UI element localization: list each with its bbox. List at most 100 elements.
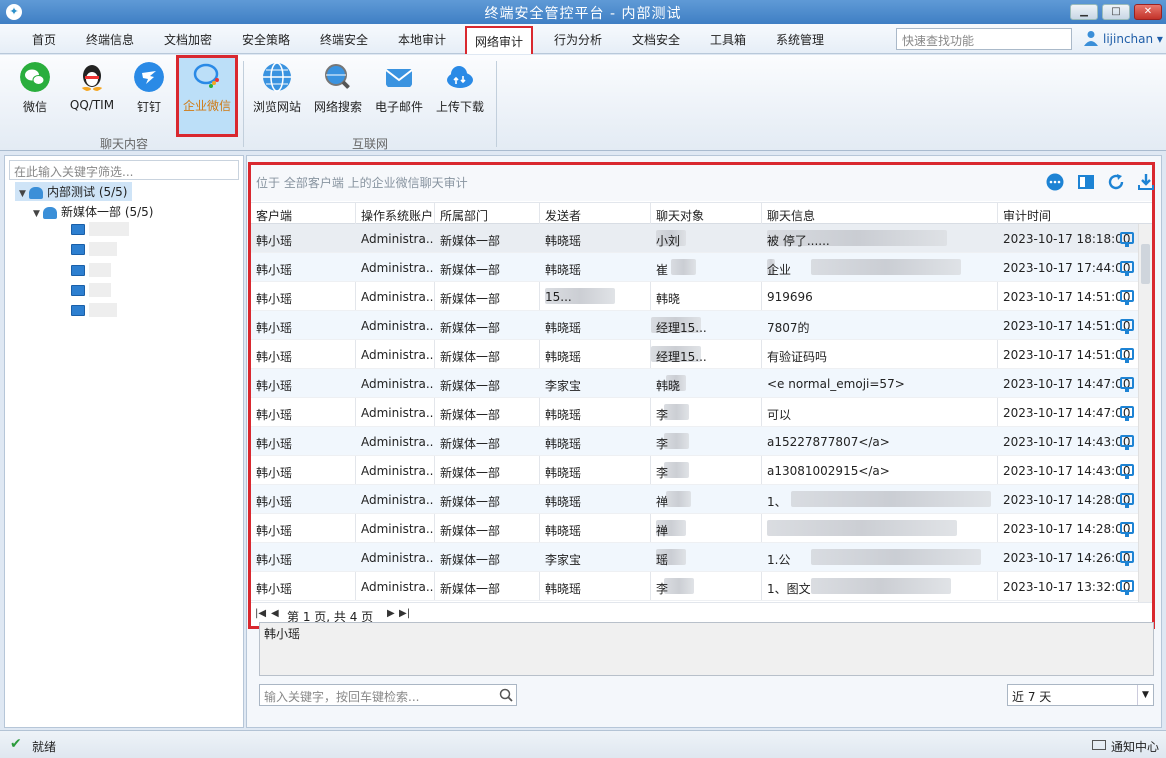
tab-local-audit[interactable]: 本地审计 xyxy=(398,31,446,48)
col-os-account[interactable]: 操作系统账户 xyxy=(361,207,433,224)
table-row[interactable]: 韩小瑶 Administra... 新媒体一部 韩晓瑶 李 a13081002915</a… xyxy=(251,456,1138,485)
table-row[interactable]: 韩小瑶 Administra... 新媒体一部 韩晓瑶 李 可以 2023-10-17 14… xyxy=(251,398,1138,427)
col-department[interactable]: 所属部门 xyxy=(440,207,488,224)
tree-dept-node[interactable]: ▼ 新媒体一部 (5/5) xyxy=(33,203,154,220)
col-chat-target[interactable]: 聊天对象 xyxy=(656,207,704,224)
client-label-redacted[interactable] xyxy=(89,283,111,297)
monitor-icon[interactable] xyxy=(1120,232,1134,247)
monitor-icon[interactable] xyxy=(1120,261,1134,276)
qq-tim-button[interactable]: QQ/TIM xyxy=(64,59,120,133)
scrollbar-thumb[interactable] xyxy=(1141,244,1150,284)
monitor-icon[interactable] xyxy=(1120,406,1134,421)
tab-network-audit[interactable]: 网络审计 xyxy=(465,26,534,54)
vertical-scrollbar[interactable] xyxy=(1138,224,1152,604)
table-row[interactable]: 韩小瑶 Administra... 新媒体一部 韩晓瑶 经理15... 有验证码吗 2023… xyxy=(251,340,1138,369)
tree-root-node[interactable]: ▼ 内部测试 (5/5) xyxy=(15,182,132,201)
table-row[interactable]: 韩小瑶 Administra... 新媒体一部 韩晓瑶 李 1、图文 2023-10-17 … xyxy=(251,572,1138,601)
monitor-icon[interactable] xyxy=(1120,551,1134,566)
table-row[interactable]: 韩小瑶 Administra... 新媒体一部 韩晓瑶 禅 1、 2023-10-17 14… xyxy=(251,485,1138,514)
grid-toolbar: 位于 全部客户端 上的企业微信聊天审计 xyxy=(251,165,1155,201)
monitor-icon[interactable] xyxy=(1120,464,1134,479)
tab-doc-encrypt[interactable]: 文档加密 xyxy=(164,31,212,48)
upload-download-button[interactable]: 上传下载 xyxy=(432,59,488,133)
table-row[interactable]: 韩小瑶 Administra... 新媒体一部 韩晓瑶 崔 企业 2023-10-17 17… xyxy=(251,253,1138,282)
download-icon[interactable] xyxy=(1137,173,1155,191)
window-title: 终端安全管控平台 - 内部测试 xyxy=(484,6,682,22)
computer-icon[interactable] xyxy=(71,244,85,255)
check-icon: ✔ xyxy=(10,736,22,752)
cell-time: 2023-10-17 14:47:00 xyxy=(1003,377,1131,391)
first-page-icon[interactable]: |◀ xyxy=(255,608,266,619)
computer-icon[interactable] xyxy=(71,285,85,296)
table-row[interactable]: 韩小瑶 Administra... 新媒体一部 15... 韩晓 919696 2023-1… xyxy=(251,282,1138,311)
cell-sender: 韩晓瑶 xyxy=(545,350,582,364)
client-label-redacted[interactable] xyxy=(89,222,129,236)
ribbon-toolbar: 微信 QQ/TIM 钉钉 企业微信 聊天内容 浏览网站 网络搜索 电子邮件 上传… xyxy=(0,55,1166,151)
tab-doc-security[interactable]: 文档安全 xyxy=(632,31,680,48)
wechat-button[interactable]: 微信 xyxy=(7,59,63,133)
table-row[interactable]: 韩小瑶 Administra... 新媒体一部 韩晓瑶 小刘 被 停了...... 2023… xyxy=(251,224,1138,253)
monitor-icon[interactable] xyxy=(1120,290,1134,305)
next-page-icon[interactable]: ▶ xyxy=(387,608,395,619)
detail-text-area[interactable]: 韩小瑶 xyxy=(259,622,1154,676)
internet-group-label: 互联网 xyxy=(352,137,389,151)
col-sender[interactable]: 发送者 xyxy=(545,207,581,224)
cell-client: 韩小瑶 xyxy=(256,234,293,248)
client-label-redacted[interactable] xyxy=(89,263,111,277)
dingtalk-button[interactable]: 钉钉 xyxy=(121,59,177,133)
col-client[interactable]: 客户端 xyxy=(256,207,292,224)
prev-page-icon[interactable]: ◀ xyxy=(271,608,279,619)
tab-terminal-security[interactable]: 终端安全 xyxy=(320,31,368,48)
chevron-down-icon[interactable]: ▼ xyxy=(1137,685,1153,705)
tree-filter-input[interactable]: 在此输入关键字筛选... xyxy=(9,160,239,180)
tab-toolbox[interactable]: 工具箱 xyxy=(710,31,746,48)
monitor-icon[interactable] xyxy=(1120,319,1134,334)
monitor-icon[interactable] xyxy=(1120,377,1134,392)
cell-time: 2023-10-17 14:28:00 xyxy=(1003,522,1131,536)
web-search-button[interactable]: 网络搜索 xyxy=(310,59,366,133)
wecom-button[interactable]: 企业微信 xyxy=(176,55,238,137)
monitor-icon[interactable] xyxy=(1120,435,1134,450)
computer-icon[interactable] xyxy=(71,305,85,316)
user-menu[interactable]: lijinchan ▾ xyxy=(1103,32,1163,46)
columns-icon[interactable] xyxy=(1077,173,1095,191)
refresh-icon[interactable] xyxy=(1107,173,1125,191)
chevron-down-icon[interactable]: ▼ xyxy=(33,209,43,219)
mail-icon[interactable] xyxy=(1092,740,1106,750)
minimize-button[interactable]: ▁ xyxy=(1070,4,1098,20)
maximize-button[interactable]: □ xyxy=(1102,4,1130,20)
tab-security-policy[interactable]: 安全策略 xyxy=(242,31,290,48)
cell-sender: 15... xyxy=(545,290,572,304)
quick-search-input[interactable]: 快速查找功能 xyxy=(896,28,1072,50)
table-row[interactable]: 韩小瑶 Administra... 新媒体一部 李家宝 韩晓 <e normal_emoj… xyxy=(251,369,1138,398)
tab-system-management[interactable]: 系统管理 xyxy=(776,31,824,48)
monitor-icon[interactable] xyxy=(1120,493,1134,508)
monitor-icon[interactable] xyxy=(1120,580,1134,595)
monitor-icon[interactable] xyxy=(1120,348,1134,363)
chevron-down-icon[interactable]: ▼ xyxy=(19,189,29,199)
computer-icon[interactable] xyxy=(71,224,85,235)
search-icon[interactable] xyxy=(499,688,513,702)
keyword-search-input[interactable]: 输入关键字，按回车键检索... xyxy=(259,684,517,706)
tab-behavior-analysis[interactable]: 行为分析 xyxy=(554,31,602,48)
email-button[interactable]: 电子邮件 xyxy=(371,59,427,133)
time-range-select[interactable]: 近 7 天 ▼ xyxy=(1007,684,1154,706)
client-label-redacted[interactable] xyxy=(89,303,117,317)
tab-terminal-info[interactable]: 终端信息 xyxy=(86,31,134,48)
notification-center[interactable]: 通知中心 xyxy=(1111,738,1159,755)
client-label-redacted[interactable] xyxy=(89,242,117,256)
close-button[interactable]: ✕ xyxy=(1134,4,1162,20)
table-row[interactable]: 韩小瑶 Administra... 新媒体一部 李家宝 瑶 1.公 2023-10-17 1… xyxy=(251,543,1138,572)
cell-sender: 韩晓瑶 xyxy=(545,466,582,480)
col-message[interactable]: 聊天信息 xyxy=(767,207,815,224)
computer-icon[interactable] xyxy=(71,265,85,276)
monitor-icon[interactable] xyxy=(1120,522,1134,537)
last-page-icon[interactable]: ▶| xyxy=(399,608,410,619)
table-row[interactable]: 韩小瑶 Administra... 新媒体一部 韩晓瑶 李 a15227877807</a… xyxy=(251,427,1138,456)
table-row[interactable]: 韩小瑶 Administra... 新媒体一部 韩晓瑶 禅 2023-10-17 14:2… xyxy=(251,514,1138,543)
table-row[interactable]: 韩小瑶 Administra... 新媒体一部 韩晓瑶 经理15... 7807的 2023… xyxy=(251,311,1138,340)
tab-home[interactable]: 首页 xyxy=(32,31,56,48)
chat-bubble-icon[interactable] xyxy=(1046,173,1064,191)
browse-web-button[interactable]: 浏览网站 xyxy=(249,59,305,133)
col-audit-time[interactable]: 审计时间 xyxy=(1003,207,1051,224)
